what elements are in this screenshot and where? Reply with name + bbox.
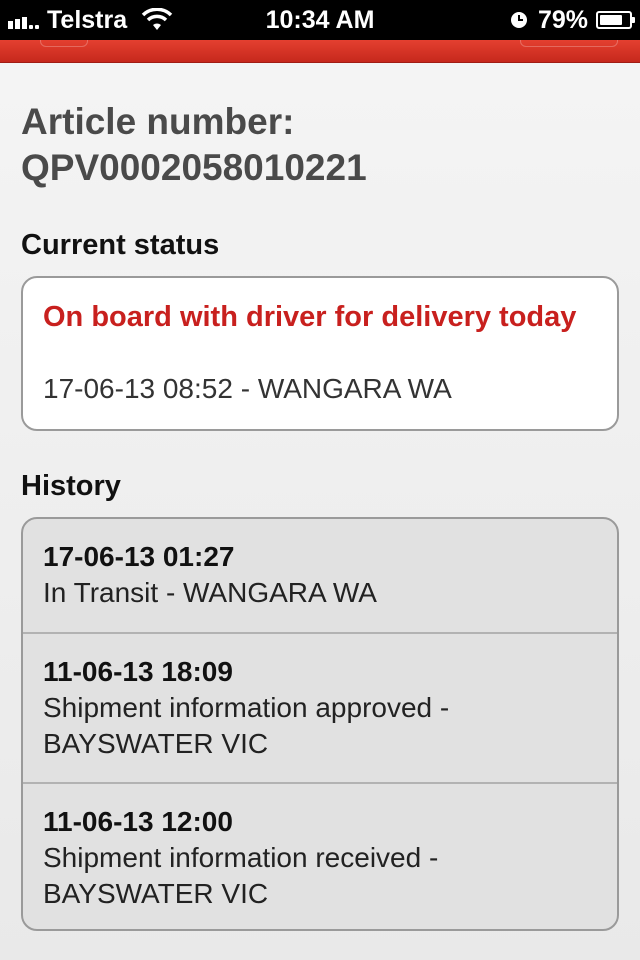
history-item[interactable]: 17-06-13 01:27 In Transit - WANGARA WA: [23, 519, 617, 634]
battery-percentage: 79%: [537, 5, 588, 34]
history-item[interactable]: 11-06-13 18:09 Shipment information appr…: [23, 634, 617, 784]
app-header: [0, 40, 640, 63]
history-item-time: 11-06-13 12:00: [43, 806, 233, 837]
header-right-button[interactable]: [520, 40, 618, 47]
header-left-button[interactable]: [40, 40, 88, 47]
battery-icon: [596, 11, 635, 29]
history-item[interactable]: 11-06-13 12:00 Shipment information rece…: [23, 784, 617, 929]
article-label: Article number:: [21, 101, 295, 142]
article-heading: Article number: QPV0002058010221: [21, 99, 621, 191]
history-item-description: Shipment information approved -: [43, 692, 450, 723]
history-heading: History: [21, 470, 121, 502]
status-bar: Telstra 10:34 AM 79%: [0, 0, 640, 40]
tracking-details: Article number: QPV0002058010221 Current…: [0, 63, 640, 960]
history-item-description: Shipment information received -: [43, 842, 439, 873]
history-item-time: 11-06-13 18:09: [43, 656, 233, 687]
article-number: QPV0002058010221: [21, 147, 367, 188]
alarm-clock-icon: [510, 12, 527, 28]
history-list: 17-06-13 01:27 In Transit - WANGARA WA 1…: [21, 517, 619, 931]
history-item-description: In Transit - WANGARA WA: [43, 577, 377, 608]
history-item-time: 17-06-13 01:27: [43, 541, 235, 572]
history-item-location: BAYSWATER VIC: [43, 878, 269, 909]
history-item-location: BAYSWATER VIC: [43, 728, 269, 759]
current-status-card: On board with driver for delivery today …: [21, 276, 619, 431]
current-status-detail: 17-06-13 08:52 - WANGARA WA: [43, 373, 452, 404]
current-status-text: On board with driver for delivery today: [43, 301, 577, 333]
status-bar-right: 79%: [510, 0, 635, 40]
current-status-heading: Current status: [21, 229, 220, 261]
